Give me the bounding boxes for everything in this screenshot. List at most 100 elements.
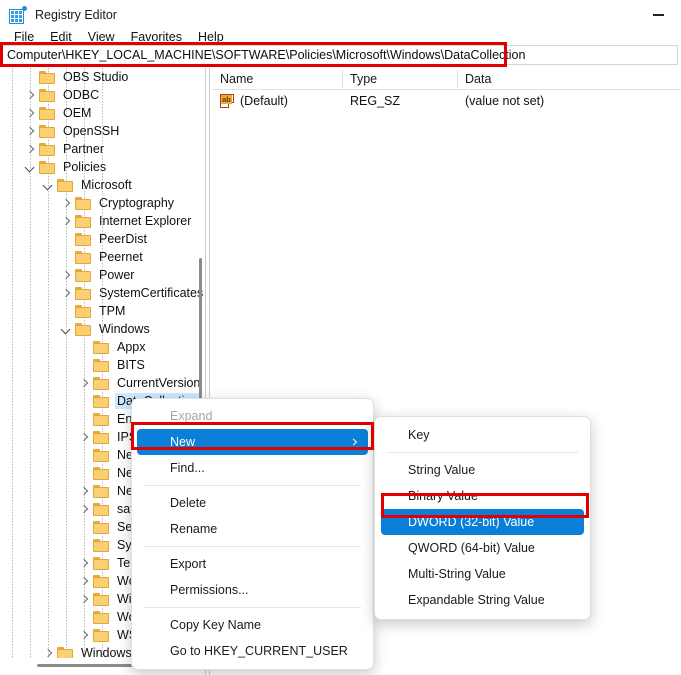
chevron-right-icon[interactable]: [58, 267, 74, 283]
chevron-right-icon[interactable]: [76, 627, 92, 643]
tree-item-label: Windows: [99, 322, 150, 336]
value-list-row[interactable]: ab (Default) REG_SZ (value not set): [212, 90, 681, 112]
submenu-item-label: Multi-String Value: [408, 567, 506, 581]
chevron-right-icon[interactable]: [76, 375, 92, 391]
chevron-down-icon[interactable]: [40, 177, 56, 193]
submenu-item-string-value[interactable]: String Value: [375, 457, 590, 483]
context-menu-item-find[interactable]: Find...: [132, 455, 373, 481]
menu-separator: [144, 607, 361, 608]
value-list-header: Name Type Data: [212, 68, 681, 90]
folder-icon: [38, 87, 58, 103]
chevron-right-icon[interactable]: [22, 87, 38, 103]
tree-item[interactable]: OpenSSH: [0, 122, 205, 140]
minimize-icon: [653, 14, 664, 16]
registry-editor-window: Registry Editor File Edit View Favorites Hel…: [0, 0, 681, 675]
menu-separator: [144, 485, 361, 486]
chevron-right-icon[interactable]: [22, 123, 38, 139]
tree-item[interactable]: Appx: [0, 338, 205, 356]
tree-item[interactable]: Peernet: [0, 248, 205, 266]
submenu-item-label: Expandable String Value: [408, 593, 545, 607]
folder-icon: [74, 285, 94, 301]
folder-icon: [74, 321, 94, 337]
folder-icon: [92, 573, 112, 589]
folder-icon: [38, 69, 58, 85]
context-menu-item-export[interactable]: Export: [132, 551, 373, 577]
submenu-item-multi-string-value[interactable]: Multi-String Value: [375, 561, 590, 587]
chevron-right-icon[interactable]: [58, 213, 74, 229]
submenu-item-label: String Value: [408, 463, 476, 477]
chevron-right-icon[interactable]: [76, 573, 92, 589]
chevron-down-icon[interactable]: [58, 321, 74, 337]
tree-item[interactable]: OEM: [0, 104, 205, 122]
folder-icon: [92, 411, 112, 427]
context-menu-item-permissions[interactable]: Permissions...: [132, 577, 373, 603]
tree-item[interactable]: Cryptography: [0, 194, 205, 212]
chevron-right-icon[interactable]: [76, 591, 92, 607]
tree-item-label: Internet Explorer: [99, 214, 192, 228]
tree-item[interactable]: BITS: [0, 356, 205, 374]
context-menu-item-go-to-hkey-current-user[interactable]: Go to HKEY_CURRENT_USER: [132, 638, 373, 664]
folder-icon: [92, 609, 112, 625]
value-type-cell: REG_SZ: [350, 94, 401, 108]
tree-item[interactable]: ODBC: [0, 86, 205, 104]
tree-hscrollbar-thumb[interactable]: [37, 664, 135, 667]
chevron-right-icon[interactable]: [76, 501, 92, 517]
column-header-data[interactable]: Data: [457, 68, 657, 90]
column-header-name[interactable]: Name: [212, 68, 342, 90]
tree-item[interactable]: OBS Studio: [0, 68, 205, 86]
tree-item[interactable]: CurrentVersion: [0, 374, 205, 392]
tree-item[interactable]: Power: [0, 266, 205, 284]
context-menu-item-expand: Expand: [132, 403, 373, 429]
submenu-item-label: DWORD (32-bit) Value: [408, 515, 535, 529]
tree-item-label: Microsoft: [81, 178, 132, 192]
tree-item[interactable]: SystemCertificates: [0, 284, 205, 302]
context-menu-item-copy-key-name[interactable]: Copy Key Name: [132, 612, 373, 638]
tree-item[interactable]: Partner: [0, 140, 205, 158]
context-menu[interactable]: Expand New Find... Delete Rename Export Permis…: [131, 398, 374, 670]
submenu-item-qword-64-bit-value[interactable]: QWORD (64-bit) Value: [375, 535, 590, 561]
chevron-right-icon[interactable]: [76, 555, 92, 571]
tree-item[interactable]: Internet Explorer: [0, 212, 205, 230]
submenu-item-dword-32-bit-value[interactable]: DWORD (32-bit) Value: [381, 509, 584, 535]
tree-item[interactable]: PeerDist: [0, 230, 205, 248]
column-header-type[interactable]: Type: [342, 68, 457, 90]
submenu-item-key[interactable]: Key: [375, 422, 590, 448]
chevron-placeholder: [76, 411, 92, 427]
folder-icon: [56, 177, 76, 193]
chevron-placeholder: [76, 393, 92, 409]
folder-icon: [92, 555, 112, 571]
chevron-right-icon[interactable]: [58, 285, 74, 301]
tree-item[interactable]: Microsoft: [0, 176, 205, 194]
chevron-right-icon[interactable]: [40, 645, 56, 658]
minimize-button[interactable]: [636, 0, 681, 30]
new-submenu[interactable]: Key String Value Binary Value DWORD (32-bit…: [374, 416, 591, 620]
tree-item[interactable]: TPM: [0, 302, 205, 320]
address-bar-container: Computer\HKEY_LOCAL_MACHINE\SOFTWARE\Pol…: [0, 43, 681, 67]
tree-item[interactable]: Policies: [0, 158, 205, 176]
chevron-placeholder: [76, 357, 92, 373]
submenu-item-label: Key: [408, 428, 430, 442]
registry-editor-icon: [9, 5, 27, 24]
submenu-item-binary-value[interactable]: Binary Value: [375, 483, 590, 509]
submenu-item-label: Binary Value: [408, 489, 478, 503]
chevron-right-icon[interactable]: [58, 195, 74, 211]
chevron-right-icon[interactable]: [76, 429, 92, 445]
folder-icon: [92, 375, 112, 391]
submenu-item-expandable-string-value[interactable]: Expandable String Value: [375, 587, 590, 613]
chevron-right-icon[interactable]: [22, 141, 38, 157]
context-menu-item-label: Go to HKEY_CURRENT_USER: [170, 644, 348, 658]
context-menu-item-delete[interactable]: Delete: [132, 490, 373, 516]
folder-icon: [74, 231, 94, 247]
chevron-placeholder: [76, 537, 92, 553]
context-menu-item-new[interactable]: New: [137, 429, 368, 455]
chevron-right-icon[interactable]: [76, 483, 92, 499]
address-input[interactable]: Computer\HKEY_LOCAL_MACHINE\SOFTWARE\Pol…: [2, 45, 678, 65]
context-menu-item-rename[interactable]: Rename: [132, 516, 373, 542]
chevron-right-icon[interactable]: [22, 105, 38, 121]
chevron-placeholder: [76, 465, 92, 481]
chevron-placeholder: [76, 447, 92, 463]
tree-item[interactable]: Windows: [0, 320, 205, 338]
context-menu-item-label: New: [170, 435, 196, 449]
chevron-down-icon[interactable]: [22, 159, 38, 175]
tree-item-label: SystemCertificates: [99, 286, 204, 300]
